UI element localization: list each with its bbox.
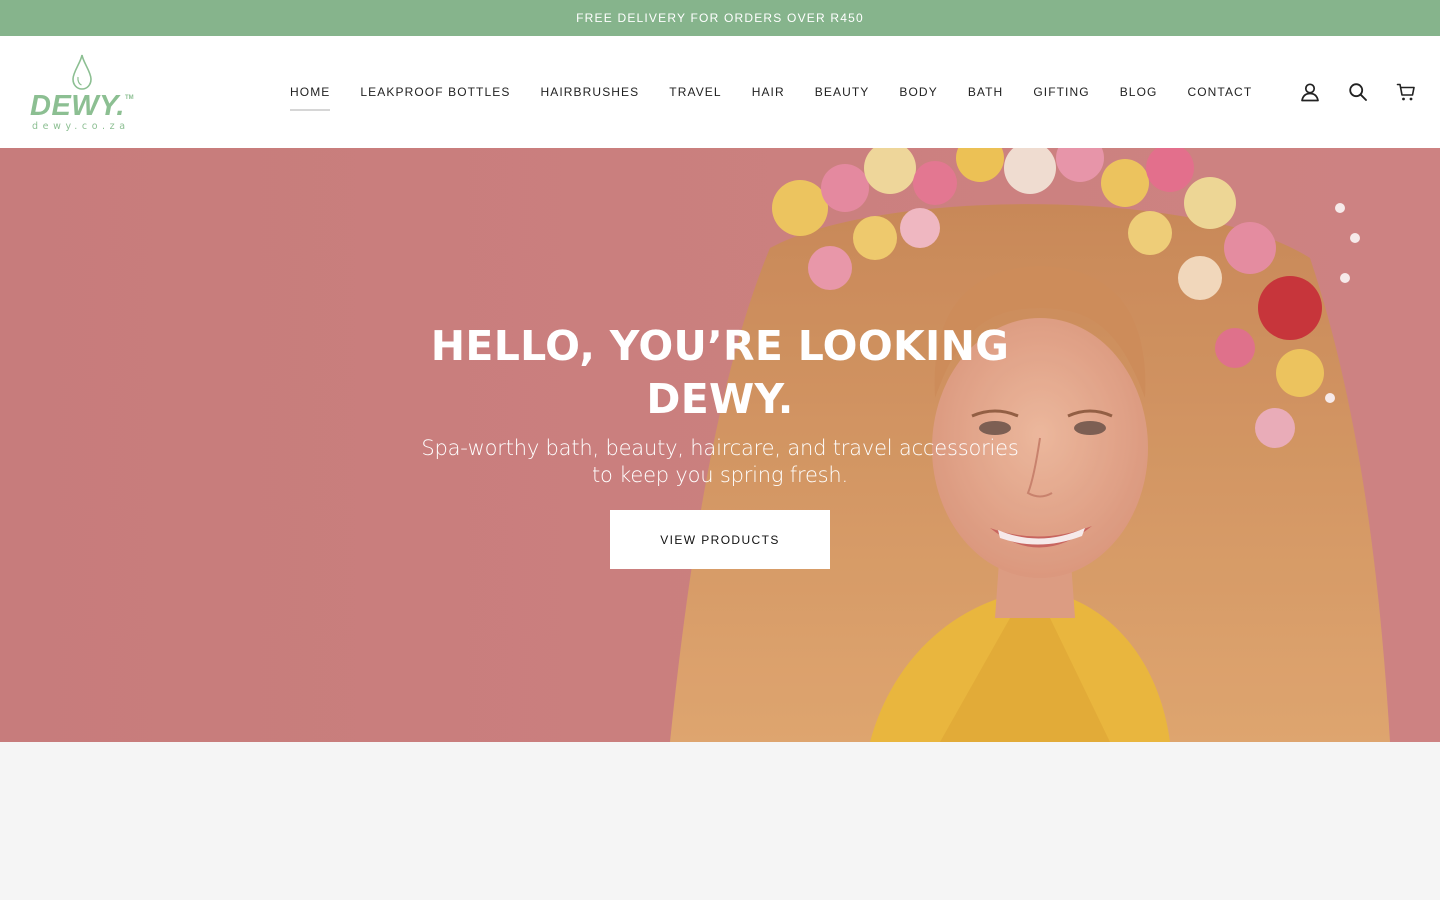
- cart-button[interactable]: [1394, 80, 1418, 104]
- hero-title: HELLO, YOU’RE LOOKING DEWY.: [430, 322, 1010, 423]
- logo-trademark: TM: [125, 95, 134, 101]
- announcement-text: FREE DELIVERY FOR ORDERS OVER R450: [576, 11, 864, 25]
- search-icon: [1349, 83, 1367, 101]
- header-actions: [1298, 36, 1418, 148]
- nav-item-leakproof-bottles[interactable]: Leakproof Bottles: [360, 85, 510, 99]
- nav-item-body[interactable]: Body: [899, 85, 937, 99]
- nav-item-home[interactable]: Home: [290, 85, 331, 111]
- view-products-button[interactable]: VIEW PRODUCTS: [610, 510, 830, 569]
- nav-item-travel[interactable]: Travel: [669, 85, 721, 99]
- next-section: [0, 742, 1440, 900]
- nav-item-contact[interactable]: Contact: [1187, 85, 1252, 99]
- nav-item-hair[interactable]: Hair: [752, 85, 785, 99]
- dewy-logo[interactable]: DEWY. TM dewy.co.za: [30, 51, 134, 135]
- logo-wordmark: DEWY.: [30, 90, 125, 122]
- site-header: DEWY. TM dewy.co.za Home Leakproof Bottle…: [0, 36, 1440, 148]
- nav-item-hairbrushes[interactable]: Hairbrushes: [540, 85, 639, 99]
- user-icon: [1301, 83, 1319, 102]
- nav-item-bath[interactable]: Bath: [968, 85, 1004, 99]
- announcement-bar: FREE DELIVERY FOR ORDERS OVER R450: [0, 0, 1440, 36]
- water-drop-icon: [72, 54, 92, 90]
- account-button[interactable]: [1298, 80, 1322, 104]
- nav-item-blog[interactable]: Blog: [1120, 85, 1158, 99]
- nav-item-beauty[interactable]: Beauty: [815, 85, 870, 99]
- logo-domain: dewy.co.za: [32, 121, 130, 132]
- nav-item-gifting[interactable]: Gifting: [1033, 85, 1089, 99]
- hero-content: HELLO, YOU’RE LOOKING DEWY. Spa-worthy b…: [380, 320, 1060, 569]
- main-navigation: Home Leakproof Bottles Hairbrushes Travel Ha…: [290, 36, 1252, 148]
- search-button[interactable]: [1346, 80, 1370, 104]
- cart-icon: [1396, 83, 1415, 101]
- hero-subtitle: Spa-worthy bath, beauty, haircare, and t…: [421, 436, 1019, 487]
- hero-banner: HELLO, YOU’RE LOOKING DEWY. Spa-worthy b…: [0, 148, 1440, 742]
